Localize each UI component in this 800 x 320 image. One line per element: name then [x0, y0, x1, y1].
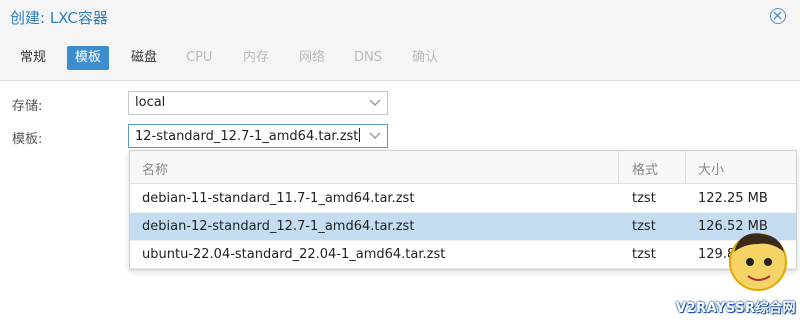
column-header-name[interactable]: 名称 — [142, 159, 168, 178]
watermark-text: V2RAYSSR综合网 — [676, 301, 796, 316]
watermark: V2RAYSSR综合网 — [646, 226, 796, 316]
column-header-size[interactable]: 大小 — [698, 159, 724, 178]
template-label: 模板: — [12, 132, 43, 147]
tab-cpu[interactable]: CPU — [178, 46, 220, 70]
mascot-face-icon — [729, 233, 787, 291]
template-value: 12-standard_12.7-1_amd64.tar.zst — [135, 129, 359, 144]
column-divider — [685, 151, 686, 183]
close-icon[interactable] — [770, 8, 786, 24]
wizard-tabs: 常规 模板 磁盘 CPU 内存 网络 DNS 确认 — [0, 36, 800, 81]
chevron-down-icon — [369, 99, 381, 106]
grid-header: 名称 格式 大小 — [130, 151, 796, 184]
row-size: 122.25 MB — [698, 191, 768, 206]
dialog-title-bar: 创建: LXC容器 — [0, 0, 800, 37]
storage-dropdown-trigger[interactable] — [363, 92, 387, 114]
table-row[interactable]: debian-11-standard_11.7-1_amd64.tar.zst … — [130, 185, 796, 213]
template-dropdown-trigger[interactable] — [363, 125, 387, 147]
tab-confirm[interactable]: 确认 — [404, 46, 446, 70]
row-name: debian-12-standard_12.7-1_amd64.tar.zst — [142, 219, 415, 234]
tab-network[interactable]: 网络 — [291, 46, 333, 70]
tab-dns[interactable]: DNS — [346, 46, 390, 70]
row-format: tzst — [632, 191, 656, 206]
tab-memory[interactable]: 内存 — [235, 46, 277, 70]
template-input-text[interactable]: 12-standard_12.7-1_amd64.tar.zst — [135, 128, 361, 144]
dialog-title: 创建: LXC容器 — [10, 9, 108, 27]
column-header-format[interactable]: 格式 — [632, 159, 658, 178]
template-select[interactable]: 12-standard_12.7-1_amd64.tar.zst — [128, 124, 388, 148]
storage-value: local — [135, 95, 166, 110]
tab-disk[interactable]: 磁盘 — [123, 46, 165, 70]
storage-select[interactable]: local — [128, 91, 388, 115]
row-name: debian-11-standard_11.7-1_amd64.tar.zst — [142, 191, 415, 206]
row-name: ubuntu-22.04-standard_22.04-1_amd64.tar.… — [142, 247, 446, 262]
text-caret — [359, 128, 361, 142]
column-divider — [618, 151, 619, 183]
chevron-down-icon — [369, 132, 381, 139]
storage-label: 存储: — [12, 99, 43, 114]
tab-template[interactable]: 模板 — [67, 46, 110, 70]
tab-general[interactable]: 常规 — [12, 46, 54, 70]
